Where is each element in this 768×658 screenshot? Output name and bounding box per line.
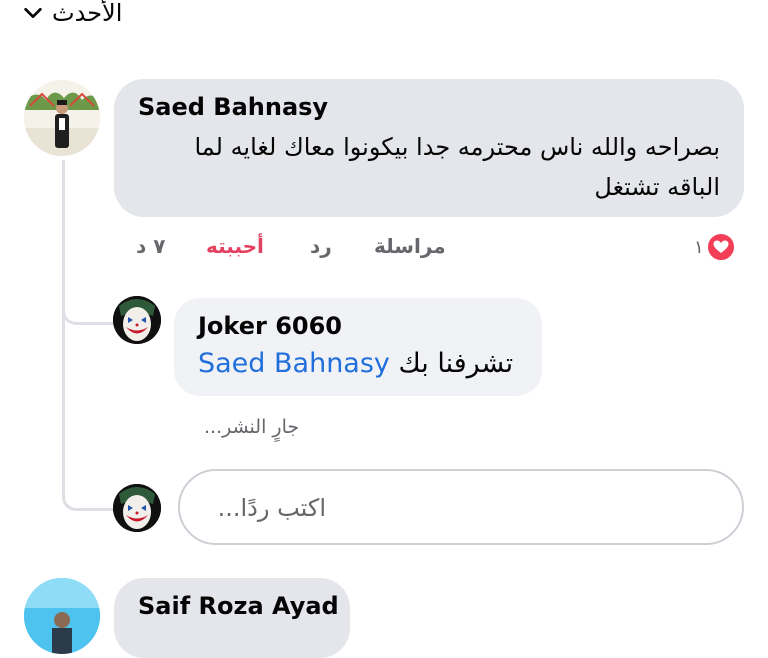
reply-input[interactable] [196,485,726,531]
avatar[interactable] [113,296,161,344]
thread-branch [62,300,113,511]
sort-dropdown[interactable]: الأحدث [22,0,122,26]
avatar[interactable] [24,80,100,156]
reply-bubble: Joker 6060 تشرفنا بك Saed Bahnasy [174,298,542,396]
reaction-summary[interactable]: ١ [694,232,736,262]
heart-reaction-icon [705,232,736,262]
comment-time[interactable]: ٧ د [136,234,165,258]
reaction-count: ١ [694,236,704,258]
chevron-down-icon [24,7,42,19]
reply-message: تشرفنا بك [398,348,514,379]
comment-bubble: Saif Roza Ayad [114,578,350,658]
mention-link[interactable]: Saed Bahnasy [198,348,390,379]
reply-text: تشرفنا بك Saed Bahnasy [198,348,513,379]
like-button[interactable]: أحببته [206,234,264,258]
reply-input-container [178,469,744,545]
avatar [113,484,161,532]
comment-author[interactable]: Saif Roza Ayad [138,592,339,620]
avatar[interactable] [24,578,100,654]
sort-label: الأحدث [52,0,123,27]
reply-author[interactable]: Joker 6060 [198,312,342,340]
comment-text: بصراحه والله ناس محترمه جدا بيكونوا معاك… [194,133,720,201]
thread-line [62,160,65,300]
reply-button[interactable]: رد [310,234,332,258]
comment-author[interactable]: Saed Bahnasy [138,93,328,121]
message-button[interactable]: مراسلة [374,234,446,258]
posting-status: جارٍ النشر... [204,416,300,438]
comment-bubble: Saed Bahnasy بصراحه والله ناس محترمه جدا… [114,79,744,217]
